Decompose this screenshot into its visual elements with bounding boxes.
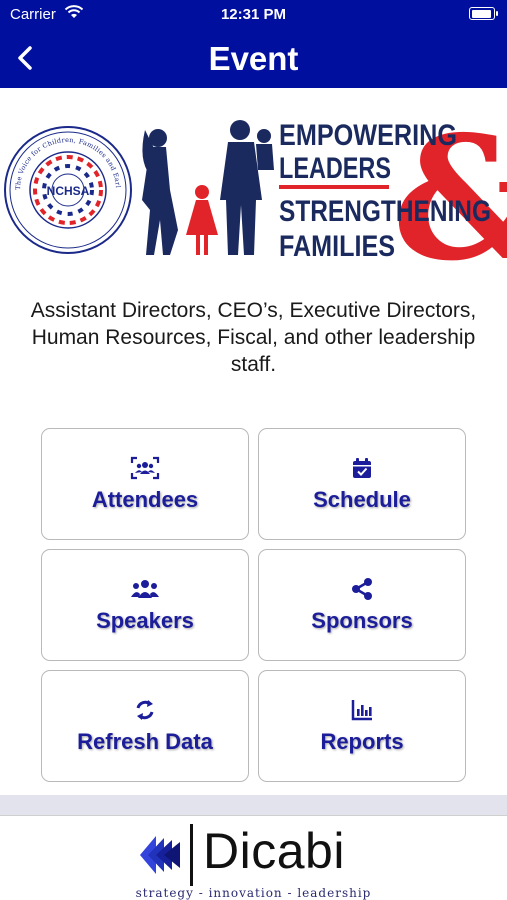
schedule-button[interactable]: Schedule xyxy=(258,428,466,540)
headline-line-4: FAMILIES xyxy=(279,230,395,263)
speakers-button[interactable]: Speakers xyxy=(41,549,249,661)
share-icon xyxy=(347,576,377,602)
tile-label: Attendees xyxy=(91,487,199,512)
tile-label: Reports xyxy=(320,729,404,754)
logo-divider xyxy=(190,824,193,886)
attendees-icon xyxy=(130,455,160,481)
child-silhouette-image xyxy=(186,185,218,255)
event-description: Assistant Directors, CEO’s, Executive Di… xyxy=(30,299,477,376)
brand-name: Dicabi xyxy=(203,823,345,879)
headline-line-3: STRENGTHENING xyxy=(279,195,491,228)
status-bar: Carrier 12:31 PM xyxy=(0,0,507,30)
battery-icon xyxy=(469,7,498,20)
dicabi-mark-icon xyxy=(140,836,180,874)
brand-tagline: strategy - innovation - leadership xyxy=(135,886,372,900)
refresh-icon xyxy=(130,697,160,723)
bar-chart-icon xyxy=(347,697,377,723)
seal-text: NCHSA xyxy=(47,184,90,198)
people-group-icon xyxy=(130,576,160,602)
footer-separator xyxy=(0,795,507,815)
event-banner: NCHSA The Voice for Children, Families a… xyxy=(0,94,507,299)
attendees-button[interactable]: Attendees xyxy=(41,428,249,540)
nchsa-seal-logo: NCHSA The Voice for Children, Families a… xyxy=(0,94,132,254)
nav-bar: Event xyxy=(0,30,507,88)
headline-line-2: LEADERS xyxy=(279,152,391,185)
refresh-data-button[interactable]: Refresh Data xyxy=(41,670,249,782)
tile-label: Speakers xyxy=(96,608,194,633)
headline-line-1: EMPOWERING xyxy=(279,119,457,152)
tile-label: Sponsors xyxy=(311,608,413,633)
tile-label: Schedule xyxy=(313,487,411,512)
status-time: 12:31 PM xyxy=(220,6,287,23)
footer-logo: Dicabi strategy - innovation - leadershi… xyxy=(0,815,507,900)
calendar-icon xyxy=(347,455,377,481)
tile-label: Refresh Data xyxy=(77,729,213,754)
page-title: Event xyxy=(208,40,299,77)
reports-button[interactable]: Reports xyxy=(258,670,466,782)
sponsors-button[interactable]: Sponsors xyxy=(258,549,466,661)
